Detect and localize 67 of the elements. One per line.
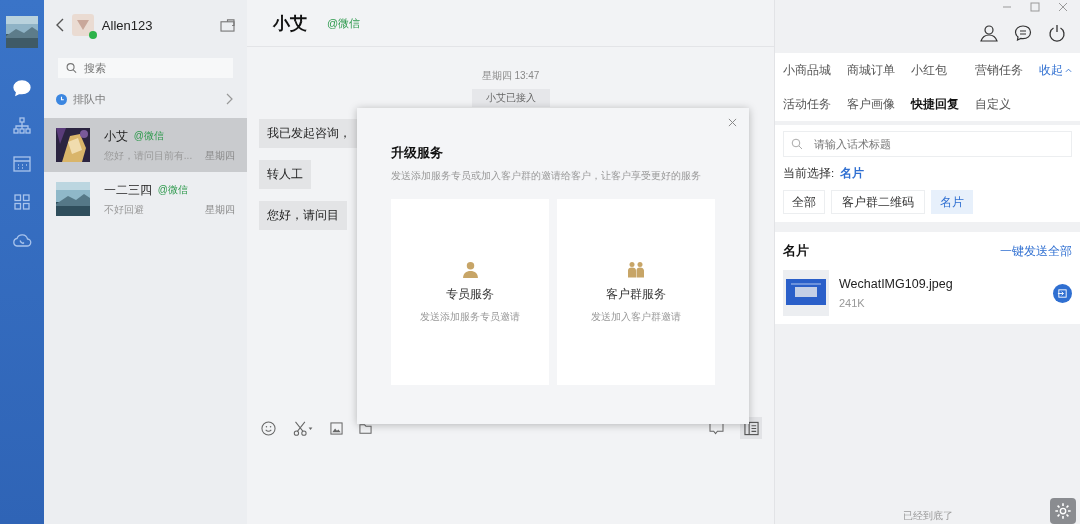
grid-icon[interactable] <box>11 192 32 212</box>
end-of-list-text: 已经到底了 <box>902 509 953 523</box>
tab[interactable]: 小商品城 <box>783 53 847 87</box>
chat-title: 小艾 <box>273 12 308 35</box>
tab[interactable]: 客户画像 <box>847 87 911 121</box>
file-name: WechatIMG109.jpeg <box>839 277 954 291</box>
account-name: Allen123 <box>101 17 154 33</box>
org-chart-icon[interactable] <box>11 116 32 136</box>
file-size: 241K <box>839 297 866 309</box>
queue-row[interactable]: 排队中 <box>43 86 248 118</box>
tab[interactable]: 快捷回复 <box>911 87 975 121</box>
message-time: 星期四 <box>205 148 236 163</box>
scissors-icon[interactable] <box>292 420 315 436</box>
calendar-icon[interactable] <box>11 154 32 174</box>
power-icon[interactable] <box>1048 24 1066 42</box>
search-icon <box>65 62 77 74</box>
close-icon[interactable] <box>1058 2 1068 12</box>
avatar <box>71 14 94 36</box>
filter-chip[interactable]: 客户群二维码 <box>831 190 925 214</box>
message-bubble: 转人工 <box>259 160 312 189</box>
settings-icon[interactable] <box>1050 498 1076 524</box>
source-tag: @微信 <box>157 183 188 197</box>
current-selection-label: 当前选择: <box>783 166 835 181</box>
dialog-title: 升级服务 <box>391 144 445 162</box>
message-bubble: 我已发起咨询， <box>259 119 360 148</box>
send-all-link[interactable]: 一键发送全部 <box>1000 243 1072 259</box>
user-icon[interactable] <box>980 24 998 42</box>
message-time: 星期四 13:47 <box>481 69 540 83</box>
folder-icon[interactable] <box>359 421 373 435</box>
queue-label: 排队中 <box>72 91 107 107</box>
search-icon <box>791 138 803 150</box>
service-option-card[interactable]: 专员服务 发送添加服务专员邀请 <box>391 199 550 385</box>
filter-chip[interactable]: 全部 <box>783 190 825 214</box>
window-icon[interactable] <box>220 18 236 32</box>
tab[interactable]: 自定义 <box>975 87 1039 121</box>
send-icon[interactable] <box>1053 283 1072 303</box>
person-icon <box>461 260 479 278</box>
conversation-item[interactable]: 一二三四 @微信 不好回避 星期四 <box>43 172 248 226</box>
source-tag: @微信 <box>327 15 361 31</box>
dialog-description: 发送添加服务专员或加入客户群的邀请给客户，让客户享受更好的服务 <box>391 170 703 183</box>
filter-chip[interactable]: 名片 <box>931 190 973 214</box>
contact-name: 一二三四 <box>103 181 152 199</box>
source-tag: @微信 <box>133 129 164 143</box>
message-icon[interactable] <box>1014 24 1032 42</box>
search-field[interactable]: 搜索 <box>57 58 234 78</box>
collapse-link[interactable]: 收起 <box>1039 53 1072 87</box>
service-option-card[interactable]: 客户群服务 发送加入客户群邀请 <box>557 199 716 385</box>
group-icon <box>627 260 646 278</box>
back-icon[interactable] <box>55 18 64 32</box>
system-message: 小艾已接入 <box>471 89 550 107</box>
tab[interactable]: 活动任务 <box>783 87 847 121</box>
emoji-icon[interactable] <box>261 420 277 436</box>
clock-icon <box>55 93 67 105</box>
section-title: 名片 <box>783 242 809 260</box>
tab[interactable]: 小红包 <box>911 53 975 87</box>
current-selection-value: 名片 <box>840 166 865 181</box>
tab[interactable]: 商城订单 <box>847 53 911 87</box>
message-bubble: 您好，请问目 <box>259 201 348 230</box>
contact-name: 小艾 <box>103 127 128 145</box>
image-icon[interactable] <box>330 421 344 435</box>
tab[interactable]: 营销任务 <box>975 53 1039 87</box>
chevron-icon <box>226 93 234 105</box>
chat-icon[interactable] <box>11 78 32 98</box>
caret-icon <box>1065 67 1072 73</box>
message-preview: 不好回避 <box>103 202 145 217</box>
message-time: 星期四 <box>205 202 236 217</box>
search-field[interactable]: 请输入话术标题 <box>783 131 1072 157</box>
